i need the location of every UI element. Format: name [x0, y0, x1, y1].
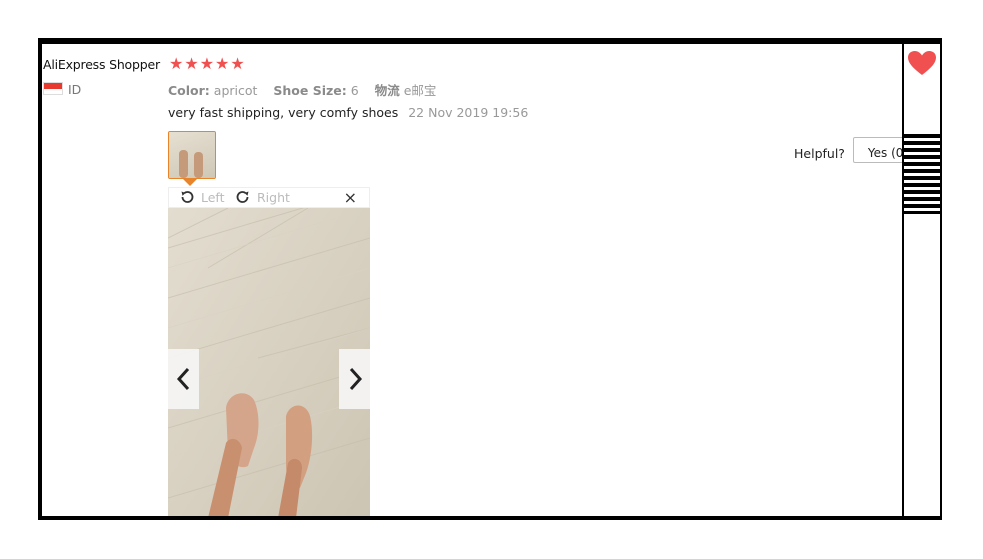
rotate-left-label: Left: [201, 189, 225, 205]
menu-stripes-icon[interactable]: [904, 134, 940, 214]
thumbnail-caret-icon: [183, 179, 197, 186]
rotate-right-button[interactable]: Right: [235, 189, 290, 205]
star-icon: ★: [230, 54, 245, 73]
rotate-left-button[interactable]: Left: [179, 189, 225, 205]
heart-icon: [908, 51, 936, 75]
star-rating: ★★★★★: [169, 54, 246, 73]
review-text: very fast shipping, very comfy shoes: [168, 105, 399, 120]
helpful-yes-button[interactable]: Yes (0): [853, 137, 902, 163]
close-icon[interactable]: ×: [344, 188, 357, 207]
star-icon: ★: [184, 54, 199, 73]
previous-photo-button[interactable]: [168, 349, 199, 409]
country-flag-icon: [43, 82, 63, 95]
star-icon: ★: [215, 54, 230, 73]
star-icon: ★: [169, 54, 184, 73]
reviewer-name: AliExpress Shopper: [43, 57, 160, 72]
side-toolbar: [904, 44, 940, 516]
color-label: Color:: [168, 83, 210, 98]
review-body: very fast shipping, very comfy shoes 22 …: [168, 105, 528, 120]
chevron-right-icon: [349, 367, 362, 391]
next-photo-button[interactable]: [339, 349, 370, 409]
rotate-right-icon: [236, 191, 249, 203]
shipping-value: e邮宝: [403, 83, 437, 98]
product-attributes: Color: apricot Shoe Size: 6 物流 e邮宝: [168, 80, 448, 99]
reviewer-country: ID: [68, 82, 82, 97]
helpful-label: Helpful?: [794, 146, 845, 161]
rotate-left-icon: [181, 191, 194, 203]
review-photo-thumbnail[interactable]: [168, 131, 216, 179]
size-label: Shoe Size:: [273, 83, 347, 98]
color-value: apricot: [213, 83, 258, 98]
rotate-right-label: Right: [257, 189, 290, 205]
image-viewer-toolbar: Left Right ×: [168, 187, 370, 208]
review-date: 22 Nov 2019 19:56: [408, 105, 529, 120]
wishlist-button[interactable]: [904, 44, 940, 82]
size-value: 6: [350, 83, 359, 98]
star-icon: ★: [199, 54, 215, 73]
shipping-label: 物流: [374, 83, 400, 98]
review-panel: AliExpress Shopper ★★★★★ ID Color: apric…: [42, 44, 902, 516]
chevron-left-icon: [176, 367, 189, 391]
